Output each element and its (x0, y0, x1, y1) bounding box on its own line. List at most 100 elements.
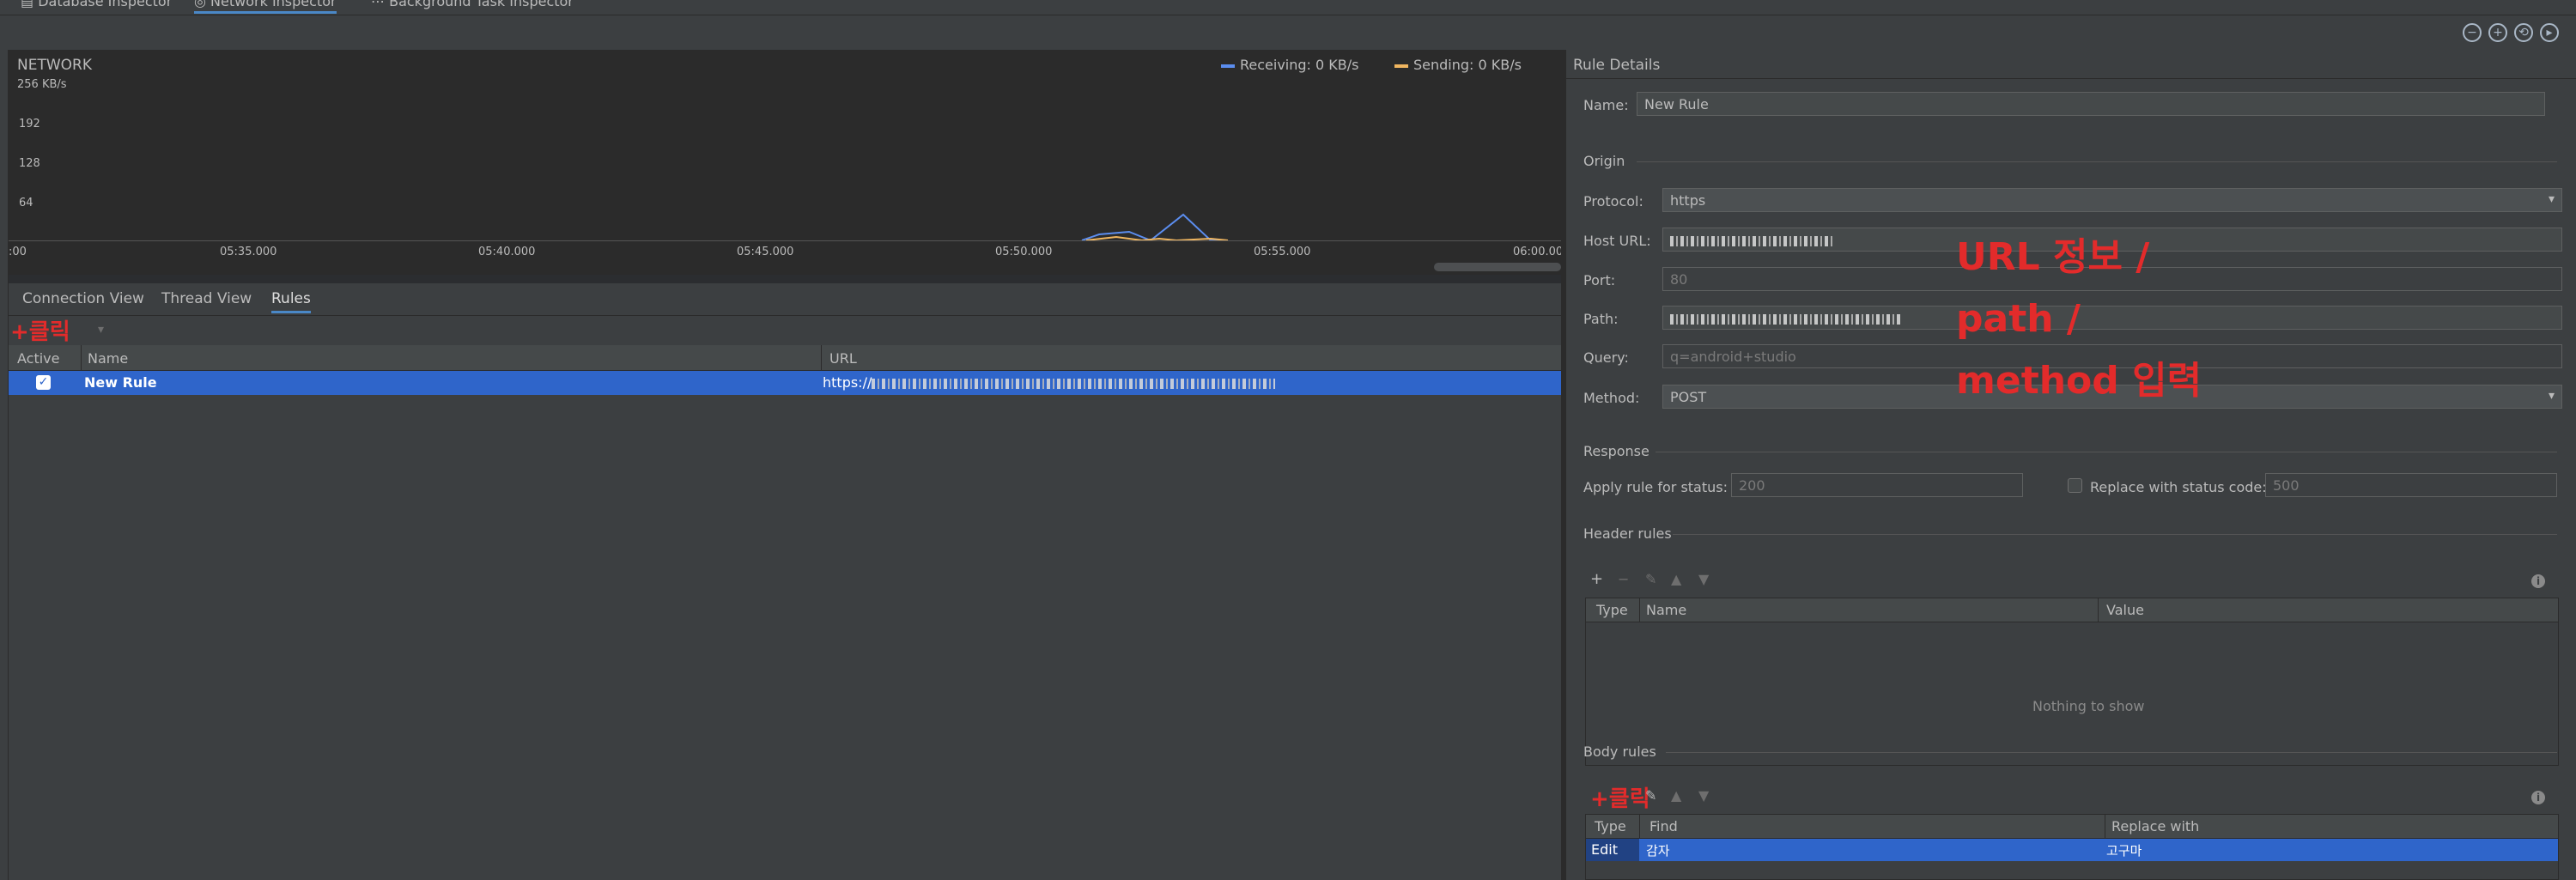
section-divider (1637, 161, 2557, 162)
receiving-line (1081, 213, 1228, 240)
column-separator (821, 345, 822, 371)
add-header-rule-button[interactable]: + (1590, 570, 1603, 588)
chevron-down-icon: ▾ (2548, 389, 2555, 403)
info-icon[interactable]: i (2531, 791, 2545, 804)
x-tick-label: 06:00.00 (1513, 246, 1564, 258)
table-row[interactable]: Edit 감자 고구마 (1586, 839, 2558, 861)
section-divider (1666, 752, 2557, 753)
rule-name-cell: New Rule (84, 374, 157, 391)
column-separator (81, 345, 82, 371)
add-rule-button[interactable]: +클릭 (10, 314, 70, 346)
body-rules-table-header: Type Find Replace with (1586, 815, 2558, 839)
left-tool-strip (0, 50, 9, 880)
edit-icon[interactable]: ✎ (1645, 787, 1656, 804)
host-url-label: Host URL: (1583, 233, 1651, 249)
protocol-select[interactable]: https ▾ (1662, 188, 2562, 212)
section-divider (1673, 534, 2557, 535)
x-axis (9, 240, 1561, 241)
background-task-icon: ⋯ (371, 0, 390, 9)
rules-table-body (9, 395, 1561, 880)
traffic-lines (1081, 213, 1229, 240)
move-up-icon[interactable]: ▲ (1671, 787, 1681, 804)
name-field[interactable]: New Rule (1637, 92, 2545, 116)
network-icon: ◎ (194, 0, 211, 9)
redacted-url (872, 378, 1276, 389)
table-row[interactable]: ✓ New Rule https:// (9, 371, 1561, 395)
body-rules-table: Type Find Replace with Edit 감자 고구마 (1585, 814, 2559, 880)
x-tick-label: 05:55.000 (1254, 246, 1311, 258)
header-rules-table: Type Name Value Nothing to show (1585, 598, 2559, 766)
redacted-host (1670, 235, 1833, 246)
body-rules-section-title: Body rules (1583, 743, 1656, 760)
tab-connection-view[interactable]: Connection View (22, 290, 144, 307)
column-separator (1639, 815, 1640, 839)
column-url[interactable]: URL (829, 350, 857, 367)
move-up-icon[interactable]: ▲ (1671, 571, 1681, 587)
apply-status-label: Apply rule for status: (1583, 479, 1728, 495)
tab-thread-view[interactable]: Thread View (161, 290, 252, 307)
column-type[interactable]: Type (1595, 818, 1626, 834)
origin-section-title: Origin (1583, 153, 1625, 169)
header-rules-section-title: Header rules (1583, 525, 1672, 542)
column-separator (2098, 598, 2099, 622)
column-separator (1639, 598, 1640, 622)
move-down-icon[interactable]: ▼ (1698, 787, 1709, 804)
x-tick-label: 05:35.000 (220, 246, 277, 258)
x-tick-label: :00 (9, 246, 27, 258)
query-label: Query: (1583, 349, 1629, 366)
apply-status-field[interactable]: 200 (1731, 473, 2023, 497)
chevron-down-icon: ▾ (2548, 192, 2555, 206)
replace-status-label: Replace with status code: (2090, 479, 2267, 495)
column-active[interactable]: Active (17, 350, 60, 367)
chart-toolbar: − + ⟲ ▸ (0, 15, 2576, 50)
move-down-icon[interactable]: ▼ (1698, 571, 1709, 587)
rules-toolbar: +클릭 ▾ (9, 316, 1561, 345)
method-label: Method: (1583, 390, 1640, 406)
add-body-rule-button[interactable]: +클릭 (1590, 781, 1650, 813)
column-name[interactable]: Name (88, 350, 128, 367)
zoom-in-icon[interactable]: + (2488, 23, 2507, 42)
network-chart[interactable]: NETWORK 256 KB/s 192 128 64 Receiving: 0… (9, 50, 1564, 275)
info-icon[interactable]: i (2531, 574, 2545, 588)
remove-icon[interactable]: − (1618, 571, 1629, 587)
database-icon: ▤ (21, 0, 39, 9)
tab-network-inspector[interactable]: ◎ Network Inspector (194, 0, 337, 14)
body-rule-replace-cell: 고구마 (2106, 843, 2142, 859)
body-rule-find-cell: 감자 (1646, 843, 1670, 859)
tab-rules[interactable]: Rules (271, 290, 311, 313)
response-section-title: Response (1583, 443, 1649, 459)
rule-details-header: Rule Details (1566, 50, 2576, 79)
inspector-tab-bar: ▤ Database Inspector ◎ Network Inspector… (0, 0, 2576, 15)
path-label: Path: (1583, 311, 1619, 327)
go-live-icon[interactable]: ▸ (2540, 23, 2559, 42)
replace-status-checkbox[interactable] (2068, 478, 2082, 493)
column-replace-with[interactable]: Replace with (2111, 818, 2199, 834)
column-name[interactable]: Name (1646, 602, 1686, 618)
header-rules-table-header: Type Name Value (1586, 598, 2558, 622)
zoom-out-icon[interactable]: − (2463, 23, 2482, 42)
rule-url-cell: https:// (823, 374, 1276, 391)
tab-database-inspector[interactable]: ▤ Database Inspector (21, 0, 172, 9)
tab-background-task-inspector[interactable]: ⋯ Background Task Inspector (371, 0, 574, 9)
column-value[interactable]: Value (2106, 602, 2144, 618)
port-label: Port: (1583, 272, 1616, 288)
edit-icon[interactable]: ✎ (1645, 571, 1656, 587)
x-tick-label: 05:40.000 (478, 246, 536, 258)
redacted-path (1670, 313, 1902, 325)
rule-details-title: Rule Details (1573, 57, 1661, 74)
protocol-label: Protocol: (1583, 193, 1643, 209)
name-label: Name: (1583, 97, 1629, 113)
x-tick-label: 05:45.000 (737, 246, 794, 258)
column-find[interactable]: Find (1649, 818, 1678, 834)
x-tick-label: 05:50.000 (995, 246, 1053, 258)
timeline-scrollbar[interactable] (1434, 263, 1561, 271)
chevron-down-icon: ▾ (98, 323, 105, 337)
empty-message: Nothing to show (2032, 698, 2145, 714)
reset-zoom-icon[interactable]: ⟲ (2514, 23, 2533, 42)
active-checkbox[interactable]: ✓ (36, 375, 51, 390)
column-type[interactable]: Type (1596, 602, 1628, 618)
body-rule-type-cell[interactable]: Edit (1586, 839, 1639, 861)
replace-status-field[interactable]: 500 (2265, 473, 2557, 497)
rules-table-header: Active Name URL (9, 345, 1561, 371)
rule-details-panel: Rule Details Name: New Rule Origin Proto… (1566, 50, 2576, 880)
